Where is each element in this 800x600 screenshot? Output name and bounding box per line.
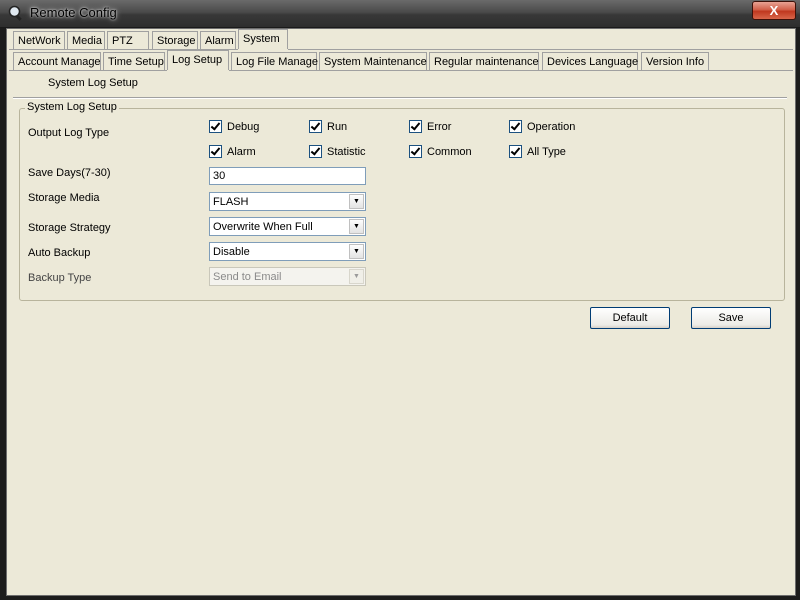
check-icon[interactable]	[209, 145, 222, 158]
tab-label: Alarm	[205, 35, 234, 47]
check-icon[interactable]	[209, 120, 222, 133]
tab-log-file-manage[interactable]: Log File Manage	[231, 52, 318, 70]
tab-row-divider	[288, 49, 793, 50]
tab-label: Log File Manage	[236, 56, 318, 68]
tab-row-divider	[229, 70, 793, 71]
checkbox-all-type[interactable]: All Type	[509, 145, 566, 158]
storage-strategy-label: Storage Strategy	[28, 222, 111, 234]
tab-devices-language[interactable]: Devices Language	[542, 52, 638, 70]
default-button[interactable]: Default	[590, 307, 670, 329]
checkbox-label: Error	[427, 120, 452, 133]
remote-config-window: Remote Config X NetWork Media PTZ Storag…	[0, 0, 800, 600]
checkbox-label: Run	[327, 120, 348, 133]
auto-backup-select[interactable]: Disable ▼	[209, 242, 366, 261]
close-button[interactable]: X	[752, 1, 796, 20]
checkbox-debug[interactable]: Debug	[209, 120, 259, 133]
checkbox-label: Statistic	[327, 145, 366, 158]
checkbox-label: Alarm	[227, 145, 256, 158]
tab-time-setup[interactable]: Time Setup	[103, 52, 165, 70]
checkbox-label: Operation	[527, 120, 576, 133]
save-days-label: Save Days(7-30)	[28, 167, 111, 179]
chevron-down-icon[interactable]: ▼	[349, 244, 364, 259]
select-value: Overwrite When Full	[213, 221, 313, 233]
tab-media[interactable]: Media	[67, 31, 105, 49]
tab-label: System	[243, 33, 280, 45]
storage-media-select[interactable]: FLASH ▼	[209, 192, 366, 211]
tab-label: Log Setup	[172, 54, 223, 66]
window-title: Remote Config	[30, 5, 117, 20]
tab-log-setup[interactable]: Log Setup	[167, 50, 229, 70]
tab-storage[interactable]: Storage	[152, 31, 198, 49]
backup-type-select: Send to Email ▼	[209, 267, 366, 286]
check-icon[interactable]	[509, 145, 522, 158]
check-icon[interactable]	[409, 120, 422, 133]
save-days-input[interactable]: 30	[209, 167, 366, 185]
chevron-down-icon[interactable]: ▼	[349, 219, 364, 234]
tab-label: Time Setup	[108, 56, 164, 68]
storage-strategy-select[interactable]: Overwrite When Full ▼	[209, 217, 366, 236]
select-value: Disable	[213, 246, 250, 258]
tab-regular-maintenance[interactable]: Regular maintenance	[429, 52, 539, 70]
check-icon[interactable]	[309, 120, 322, 133]
checkbox-error[interactable]: Error	[409, 120, 451, 133]
system-log-setup-group	[19, 108, 785, 301]
title-bar[interactable]: Remote Config X	[0, 0, 800, 28]
checkbox-label: All Type	[527, 145, 566, 158]
check-icon[interactable]	[509, 120, 522, 133]
save-button[interactable]: Save	[691, 307, 771, 329]
checkbox-operation[interactable]: Operation	[509, 120, 575, 133]
tab-version-info[interactable]: Version Info	[641, 52, 709, 70]
checkbox-statistic[interactable]: Statistic	[309, 145, 366, 158]
tab-label: PTZ	[112, 35, 133, 47]
select-value: FLASH	[213, 196, 249, 208]
tab-label: Storage	[157, 35, 196, 47]
tab-system-maintenance[interactable]: System Maintenance	[319, 52, 427, 70]
tab-label: Devices Language	[547, 56, 639, 68]
section-title: System Log Setup	[48, 77, 138, 89]
tab-row-divider	[9, 70, 167, 71]
check-icon[interactable]	[309, 145, 322, 158]
checkbox-common[interactable]: Common	[409, 145, 472, 158]
dialog-body: NetWork Media PTZ Storage Alarm System A…	[6, 28, 796, 596]
backup-type-label: Backup Type	[28, 272, 92, 284]
checkbox-label: Debug	[227, 120, 260, 133]
remote-config-icon	[8, 5, 24, 21]
tab-label: Media	[72, 35, 102, 47]
tab-label: System Maintenance	[324, 56, 427, 68]
tab-system[interactable]: System	[238, 29, 288, 49]
tab-label: Regular maintenance	[434, 56, 539, 68]
tab-account-manage[interactable]: Account Manage	[13, 52, 101, 70]
auto-backup-label: Auto Backup	[28, 247, 91, 259]
tab-label: NetWork	[18, 35, 61, 47]
group-caption: System Log Setup	[25, 101, 119, 113]
tab-label: Account Manage	[18, 56, 101, 68]
section-divider	[13, 97, 787, 99]
output-log-type-label: Output Log Type	[28, 127, 110, 139]
check-icon[interactable]	[409, 145, 422, 158]
storage-media-label: Storage Media	[28, 192, 100, 204]
chevron-down-icon: ▼	[349, 269, 364, 284]
chevron-down-icon[interactable]: ▼	[349, 194, 364, 209]
select-value: Send to Email	[213, 271, 282, 283]
tab-label: Version Info	[646, 56, 705, 68]
checkbox-run[interactable]: Run	[309, 120, 347, 133]
tab-network[interactable]: NetWork	[13, 31, 65, 49]
tab-alarm[interactable]: Alarm	[200, 31, 236, 49]
close-icon: X	[769, 3, 779, 18]
tab-ptz[interactable]: PTZ	[107, 31, 149, 49]
checkbox-alarm[interactable]: Alarm	[209, 145, 256, 158]
checkbox-label: Common	[427, 145, 472, 158]
